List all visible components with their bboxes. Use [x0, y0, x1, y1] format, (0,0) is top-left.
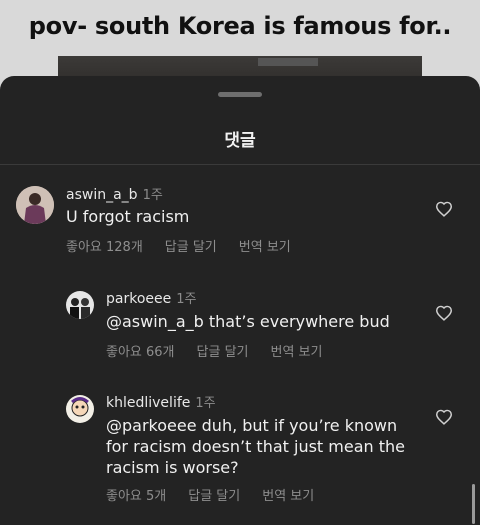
comment-username[interactable]: parkoeee 1주 — [106, 288, 196, 307]
username-text[interactable]: parkoeee — [106, 291, 171, 307]
comment-text: @aswin_a_b that’s everywhere bud — [106, 312, 390, 331]
comments-sheet: 댓글 aswin_a_b 1주 U forgot racism 좋아요 128개 … — [0, 76, 480, 525]
translate-button[interactable]: 번역 보기 — [271, 341, 323, 360]
username-text[interactable]: khledlivelife — [106, 395, 190, 411]
video-caption: pov- south Korea is famous for.. — [28, 12, 452, 40]
avatar[interactable] — [66, 291, 94, 319]
reply-button[interactable]: 답글 달기 — [188, 485, 240, 504]
sheet-grabber-handle[interactable] — [218, 92, 262, 97]
comment-actions: 좋아요 128개 답글 달기 번역 보기 — [66, 236, 291, 255]
comment-username[interactable]: khledlivelife 1주 — [106, 392, 216, 411]
comment-text: @parkoeee duh, but if you’re known for r… — [106, 416, 406, 477]
comment-text: U forgot racism — [66, 207, 190, 226]
avatar[interactable] — [16, 186, 54, 224]
comment-username[interactable]: aswin_a_b 1주 — [66, 184, 163, 203]
scrollbar[interactable] — [472, 484, 475, 524]
comment-time: 1주 — [195, 396, 216, 411]
comment-time: 1주 — [142, 188, 163, 203]
heart-outline-icon[interactable] — [435, 409, 453, 425]
likes-count[interactable]: 좋아요 66개 — [106, 341, 175, 360]
translate-button[interactable]: 번역 보기 — [262, 485, 314, 504]
comment-actions: 좋아요 5개 답글 달기 번역 보기 — [106, 485, 314, 504]
likes-count[interactable]: 좋아요 128개 — [66, 236, 143, 255]
divider — [0, 164, 480, 165]
likes-count[interactable]: 좋아요 5개 — [106, 485, 166, 504]
sheet-title: 댓글 — [224, 131, 256, 151]
heart-outline-icon[interactable] — [435, 201, 453, 217]
comment-time: 1주 — [176, 292, 197, 307]
username-text[interactable]: aswin_a_b — [66, 187, 138, 203]
comment-actions: 좋아요 66개 답글 달기 번역 보기 — [106, 341, 322, 360]
heart-outline-icon[interactable] — [435, 305, 453, 321]
avatar[interactable] — [66, 395, 94, 423]
reply-button[interactable]: 답글 달기 — [165, 236, 217, 255]
reply-button[interactable]: 답글 달기 — [197, 341, 249, 360]
translate-button[interactable]: 번역 보기 — [239, 236, 291, 255]
